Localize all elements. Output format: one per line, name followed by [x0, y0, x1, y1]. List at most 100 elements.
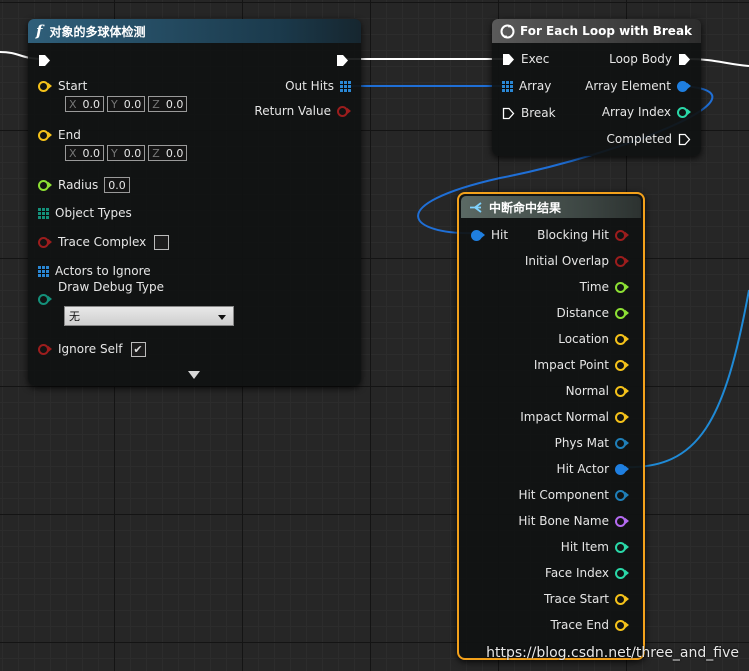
output-pin-distance[interactable]: Distance — [557, 303, 629, 323]
foreach-loop-header[interactable]: For Each Loop with Break — [492, 19, 701, 43]
foreach-array-pin[interactable]: Array — [502, 76, 551, 96]
sphere-trace-title: 对象的多球体检测 — [49, 24, 146, 39]
foreach-exec-in-pin[interactable]: Exec — [502, 49, 549, 69]
output-pin-hit-item[interactable]: Hit Item — [561, 537, 629, 557]
output-pin-label: Hit Item — [560, 540, 609, 554]
output-pin-label: Impact Normal — [520, 410, 609, 424]
expand-advanced-icon[interactable] — [188, 371, 200, 380]
completed-label: Completed — [606, 132, 672, 146]
output-pin-hit-actor[interactable]: Hit Actor — [557, 459, 629, 479]
output-pin-label: Normal — [565, 384, 609, 398]
pin-arrow-icon — [625, 309, 629, 317]
return-value-pin[interactable]: Return Value — [254, 101, 351, 121]
pin-arrow-icon — [625, 231, 629, 239]
start-pin[interactable]: Start — [38, 76, 87, 96]
vector-pin-icon — [615, 359, 626, 371]
vector-pin-icon — [615, 411, 626, 423]
float-pin-icon — [38, 179, 49, 191]
output-pin-hit-bone-name[interactable]: Hit Bone Name — [518, 511, 629, 531]
array-pin-icon — [340, 80, 351, 92]
exec-in-pin[interactable] — [38, 50, 51, 70]
struct-pin-icon — [471, 229, 482, 241]
hit-input-label: Hit — [491, 228, 509, 242]
end-pin[interactable]: End — [38, 125, 81, 145]
foreach-loop-node[interactable]: For Each Loop with Break Exec Array Brea… — [492, 19, 701, 156]
array-element-pin[interactable]: Array Element — [585, 76, 691, 96]
output-pin-label: Initial Overlap — [524, 254, 609, 268]
output-pin-trace-start[interactable]: Trace Start — [544, 589, 629, 609]
end-vector-fields: X 0.0 Y 0.0 Z 0.0 — [65, 143, 190, 163]
pin-arrow-icon — [625, 361, 629, 369]
output-pin-impact-normal[interactable]: Impact Normal — [520, 407, 629, 427]
exec-arrow-icon — [679, 53, 690, 65]
ignore-self-checkbox[interactable]: ✔ — [130, 341, 146, 357]
foreach-break-pin[interactable]: Break — [502, 103, 556, 123]
trace-complex-checkbox[interactable] — [154, 234, 170, 250]
break-struct-icon — [470, 201, 482, 213]
output-pin-blocking-hit[interactable]: Blocking Hit — [537, 225, 629, 245]
output-pin-label: Blocking Hit — [537, 228, 609, 242]
bool-pin-icon — [38, 236, 49, 248]
output-pin-label: Location — [558, 332, 609, 346]
output-pin-trace-end[interactable]: Trace End — [551, 615, 629, 635]
trace-complex-pin[interactable]: Trace Complex — [38, 232, 170, 252]
sphere-trace-node[interactable]: f 对象的多球体检测 Start X 0.0 Y 0.0 Z 0.0 End X 0.0… — [28, 19, 361, 386]
float-pin-icon — [615, 281, 626, 293]
array-pin-icon — [502, 80, 513, 92]
output-pin-impact-point[interactable]: Impact Point — [534, 355, 629, 375]
end-y-field[interactable]: Y 0.0 — [107, 145, 146, 161]
exec-out-pin[interactable] — [336, 50, 349, 70]
draw-debug-type-dropdown[interactable]: 无 — [64, 306, 234, 326]
pin-arrow-icon — [625, 413, 629, 421]
output-pin-label: Distance — [556, 306, 609, 320]
pin-arrow-icon — [625, 543, 629, 551]
exec-arrow-outline-icon — [678, 133, 691, 145]
int-pin-icon — [677, 106, 688, 118]
break-hit-result-node[interactable]: 中断命中结果 Hit Blocking Hit Initial Overlap Ti… — [457, 192, 645, 660]
array-pin-icon — [38, 265, 49, 277]
out-hits-pin[interactable]: Out Hits — [285, 76, 351, 96]
pin-arrow-icon — [625, 569, 629, 577]
vector-pin-icon — [615, 593, 626, 605]
output-pin-initial-overlap[interactable]: Initial Overlap — [525, 251, 629, 271]
output-pin-location[interactable]: Location — [558, 329, 629, 349]
start-z-field[interactable]: Z 0.0 — [148, 96, 188, 112]
object-types-pin[interactable]: Object Types — [38, 203, 132, 223]
completed-pin[interactable]: Completed — [607, 129, 691, 149]
output-pin-label: Time — [579, 280, 609, 294]
output-pin-phys-mat[interactable]: Phys Mat — [555, 433, 629, 453]
foreach-loop-title: For Each Loop with Break — [520, 24, 693, 38]
object-types-label: Object Types — [55, 206, 132, 220]
radius-pin[interactable]: Radius 0.0 — [38, 175, 133, 195]
output-pin-normal[interactable]: Normal — [566, 381, 629, 401]
vector-pin-icon — [615, 385, 626, 397]
pin-arrow-icon — [625, 335, 629, 343]
output-pin-face-index[interactable]: Face Index — [545, 563, 629, 583]
output-pin-hit-component[interactable]: Hit Component — [518, 485, 629, 505]
radius-field[interactable]: 0.0 — [104, 177, 130, 193]
actors-to-ignore-pin[interactable]: Actors to Ignore — [38, 261, 151, 281]
struct-pin-icon — [615, 437, 626, 449]
return-value-label: Return Value — [254, 104, 331, 118]
bool-pin-icon — [615, 255, 626, 267]
end-label: End — [58, 128, 81, 142]
bool-pin-icon — [337, 105, 348, 117]
output-pin-label: Face Index — [545, 566, 609, 580]
end-x-field[interactable]: X 0.0 — [65, 145, 105, 161]
loop-body-pin[interactable]: Loop Body — [609, 49, 691, 69]
sphere-trace-header[interactable]: f 对象的多球体检测 — [28, 19, 361, 43]
array-index-pin[interactable]: Array Index — [602, 102, 691, 122]
break-hit-result-header[interactable]: 中断命中结果 — [461, 196, 641, 218]
float-pin-icon — [615, 307, 626, 319]
start-x-field[interactable]: X 0.0 — [65, 96, 105, 112]
ignore-self-pin[interactable]: Ignore Self ✔ — [38, 339, 146, 359]
hit-input-pin[interactable]: Hit — [471, 225, 508, 245]
output-pin-time[interactable]: Time — [580, 277, 629, 297]
start-y-field[interactable]: Y 0.0 — [107, 96, 146, 112]
pin-arrow-icon — [625, 387, 629, 395]
end-z-field[interactable]: Z 0.0 — [148, 145, 188, 161]
vector-pin-icon — [38, 129, 49, 141]
output-pin-label: Hit Component — [518, 488, 609, 502]
array-pin-icon — [38, 207, 49, 219]
struct-pin-icon — [615, 489, 626, 501]
